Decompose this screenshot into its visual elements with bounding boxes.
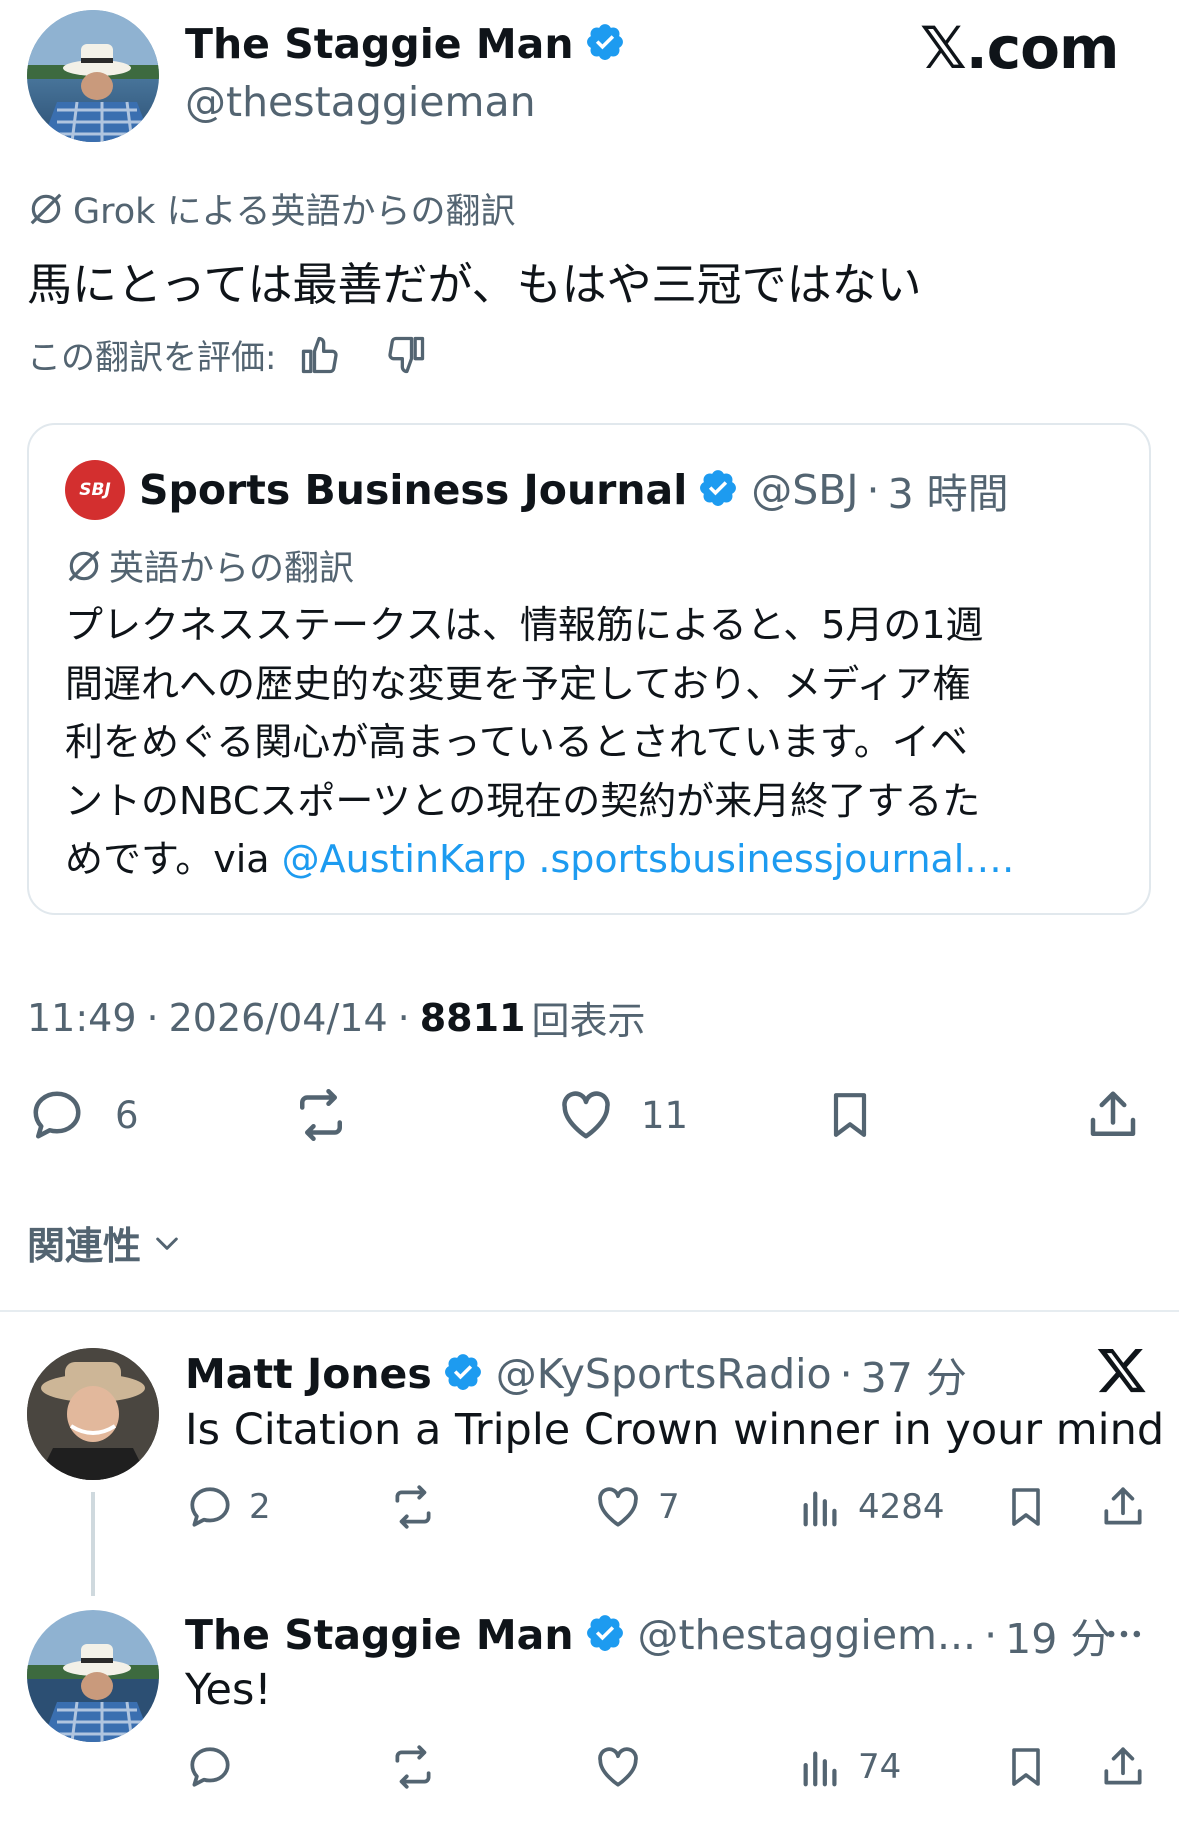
quote-translation-label: 英語からの翻訳 [109, 549, 355, 589]
author-handle[interactable]: @thestaggieman [185, 78, 536, 126]
views-label: 回表示 [531, 999, 646, 1043]
quote-text-line: プレクネスステークスは、情報筋によると、5月の1週 [65, 603, 984, 647]
sort-dropdown[interactable]: 関連性 [27, 1215, 183, 1270]
bar-chart-icon [798, 1482, 844, 1532]
verified-badge-icon [584, 1612, 626, 1658]
translate-icon [27, 190, 65, 228]
author-avatar[interactable] [27, 10, 159, 142]
reply-button[interactable]: 2 [185, 1482, 271, 1532]
views-button[interactable]: 74 [798, 1742, 901, 1792]
article-link[interactable]: .sportsbusinessjournal.… [526, 837, 1014, 881]
more-options-icon[interactable] [1102, 1612, 1146, 1656]
reply-avatar[interactable] [27, 1348, 159, 1480]
repost-icon[interactable] [385, 1742, 441, 1792]
quote-text-line: 間遅れへの歴史的な変更を予定しており、メディア権 [65, 661, 971, 706]
quote-text-line: 利をめぐる関心が高まっているとされています。イベ [65, 720, 968, 764]
x-logo-icon [1096, 1344, 1148, 1396]
reply-icon[interactable] [185, 1742, 235, 1792]
bookmark-icon[interactable] [822, 1085, 878, 1145]
reply-author-name[interactable]: The Staggie Man [185, 1611, 574, 1659]
share-icon[interactable] [1098, 1482, 1148, 1532]
like-count: 7 [658, 1487, 680, 1527]
view-count: 4284 [858, 1487, 945, 1527]
sbj-logo[interactable]: SBJ [65, 460, 125, 520]
reply-count: 2 [249, 1487, 271, 1527]
reply-icon [27, 1085, 87, 1145]
reply-icon [185, 1482, 235, 1532]
view-count: 8811 [419, 995, 526, 1040]
heart-icon[interactable] [592, 1742, 644, 1792]
quote-text-line: めです。via @AustinKarp .sportsbusinessjourn… [65, 837, 1015, 881]
verified-badge-icon [584, 21, 626, 67]
thread-line [91, 1492, 95, 1596]
like-button[interactable]: 11 [555, 1085, 688, 1145]
view-count: 74 [858, 1747, 902, 1787]
translation-label: Grok による英語からの翻訳 [73, 192, 516, 232]
chevron-down-icon [151, 1227, 183, 1259]
rate-translation-label: この翻訳を評価: [27, 338, 277, 378]
tweet-text: 馬にとっては最善だが、もはや三冠ではない [27, 258, 922, 311]
thumbs-up-icon[interactable] [298, 333, 342, 377]
separator-dot: · [866, 466, 880, 514]
quote-text-line: ントのNBCスポーツとの現在の契約が来月終了するた [65, 778, 981, 823]
heart-icon [592, 1482, 644, 1532]
reply-author-name[interactable]: Matt Jones [185, 1350, 432, 1398]
verified-badge-icon [442, 1351, 484, 1397]
x-watermark: 𝕏.com [920, 14, 1119, 82]
thumbs-down-icon[interactable] [384, 333, 428, 377]
tweet-date[interactable]: 2026/04/14 [169, 996, 388, 1040]
translate-icon [65, 547, 103, 585]
quote-author-handle[interactable]: @SBJ [751, 466, 858, 514]
bar-chart-icon [798, 1742, 844, 1792]
verified-badge-icon [697, 467, 739, 513]
reply-avatar[interactable] [27, 1610, 159, 1742]
bookmark-icon[interactable] [1002, 1742, 1050, 1792]
reply-timestamp[interactable]: 19 分 [1005, 1605, 1111, 1665]
views-button[interactable]: 4284 [798, 1482, 945, 1532]
share-icon[interactable] [1098, 1742, 1148, 1792]
tweet-time[interactable]: 11:49 [27, 996, 137, 1040]
author-name[interactable]: The Staggie Man [185, 20, 574, 68]
repost-icon[interactable] [288, 1085, 354, 1145]
share-icon[interactable] [1083, 1085, 1143, 1145]
reply-text: Is Citation a Triple Crown winner in you… [185, 1405, 1165, 1455]
mention-link[interactable]: @AustinKarp [282, 837, 527, 881]
divider [0, 1310, 1179, 1312]
like-button[interactable]: 7 [592, 1482, 680, 1532]
like-count: 11 [641, 1093, 689, 1137]
reply-timestamp[interactable]: 37 分 [861, 1344, 967, 1404]
reply-button[interactable]: 6 [27, 1085, 139, 1145]
sort-label: 関連性 [27, 1224, 142, 1268]
repost-icon[interactable] [385, 1482, 441, 1532]
quote-author-name[interactable]: Sports Business Journal [139, 466, 687, 514]
bookmark-icon[interactable] [1002, 1482, 1050, 1532]
reply-count: 6 [115, 1093, 139, 1137]
reply-text: Yes! [185, 1665, 272, 1715]
reply-author-handle[interactable]: @thestaggiem... [638, 1611, 977, 1659]
quote-timestamp[interactable]: 3 時間 [888, 460, 1009, 520]
quote-text: プレクネスステークスは、情報筋によると、5月の1週 間遅れへの歴史的な変更を予定… [65, 596, 1145, 889]
heart-icon [555, 1085, 617, 1145]
reply-author-handle[interactable]: @KySportsRadio [496, 1350, 832, 1398]
